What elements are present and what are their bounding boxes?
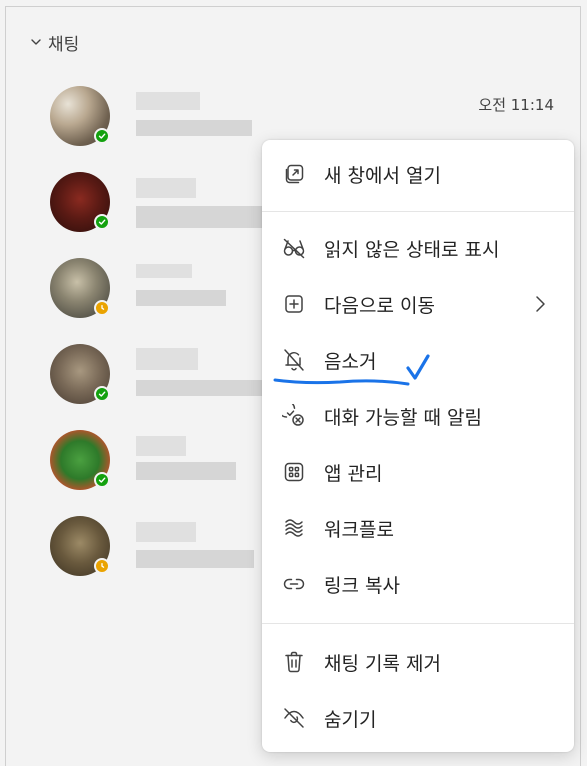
menu-item-notify-when-available[interactable]: 대화 가능할 때 알림: [262, 394, 574, 438]
redacted-name: [136, 264, 192, 278]
menu-item-manage-apps[interactable]: 앱 관리: [262, 450, 574, 494]
presence-available-icon: [94, 472, 110, 488]
menu-item-label: 음소거: [324, 350, 377, 373]
redacted-preview: [136, 550, 254, 568]
workflow-icon: [282, 516, 306, 540]
chevron-right-icon: [536, 296, 545, 312]
menu-item-label: 링크 복사: [324, 574, 400, 597]
redacted-name: [136, 92, 200, 110]
link-icon: [282, 572, 306, 596]
section-title: 채팅: [48, 34, 80, 55]
chat-section-header[interactable]: 채팅: [30, 30, 80, 55]
redacted-name: [136, 178, 196, 198]
redacted-preview: [136, 206, 262, 228]
open-in-new-window-icon: [282, 162, 306, 186]
redacted-name: [136, 348, 198, 370]
menu-item-remove-history[interactable]: 채팅 기록 제거: [262, 640, 574, 684]
presence-available-icon: [94, 386, 110, 402]
menu-item-label: 대화 가능할 때 알림: [324, 406, 482, 429]
menu-item-move-to[interactable]: 다음으로 이동: [262, 282, 574, 326]
apps-icon: [282, 460, 306, 484]
chat-timestamp: 오전 11:14: [478, 96, 554, 114]
menu-item-workflows[interactable]: 워크플로: [262, 506, 574, 550]
menu-divider: [262, 211, 574, 212]
menu-item-copy-link[interactable]: 링크 복사: [262, 562, 574, 606]
presence-available-icon: [94, 128, 110, 144]
menu-item-label: 워크플로: [324, 518, 394, 541]
bell-off-icon: [282, 348, 306, 372]
menu-item-open-new-window[interactable]: 새 창에서 열기: [262, 152, 574, 196]
eye-off-icon: [282, 706, 306, 730]
menu-item-mute[interactable]: 음소거: [262, 338, 574, 382]
redacted-preview: [136, 290, 226, 306]
status-notify-icon: [282, 404, 306, 428]
redacted-preview: [136, 120, 252, 136]
chevron-down-icon: [31, 39, 41, 45]
presence-away-icon: [94, 558, 110, 574]
menu-item-label: 읽지 않은 상태로 표시: [324, 238, 500, 261]
trash-icon: [282, 650, 306, 674]
chat-context-menu: 새 창에서 열기 읽지 않은 상태로 표시 다음으로 이동 음소거 대화 가능할…: [262, 140, 574, 752]
redacted-name: [136, 436, 186, 456]
add-square-icon: [282, 292, 306, 316]
menu-item-mark-unread[interactable]: 읽지 않은 상태로 표시: [262, 226, 574, 270]
menu-item-label: 숨기기: [324, 708, 377, 731]
redacted-preview: [136, 462, 236, 480]
presence-available-icon: [94, 214, 110, 230]
redacted-preview: [136, 380, 262, 396]
menu-item-label: 새 창에서 열기: [324, 164, 441, 187]
menu-divider: [262, 623, 574, 624]
menu-item-label: 다음으로 이동: [324, 294, 435, 317]
menu-item-label: 앱 관리: [324, 462, 383, 485]
menu-item-label: 채팅 기록 제거: [324, 652, 441, 675]
presence-away-icon: [94, 300, 110, 316]
glasses-off-icon: [282, 236, 306, 260]
redacted-name: [136, 522, 196, 542]
menu-item-hide[interactable]: 숨기기: [262, 696, 574, 740]
